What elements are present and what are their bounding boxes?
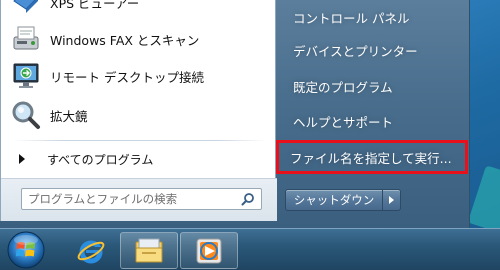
file-explorer-icon: [135, 238, 163, 262]
right-item-label: 既定のプログラム: [293, 79, 393, 95]
right-item-label: ファイル名を指定して実行...: [290, 150, 452, 166]
right-item-run[interactable]: ファイル名を指定して実行...: [276, 140, 468, 174]
start-menu-left-pane: XPS ビューアー Windows FAX とスキャン リモート デスクトップ接…: [0, 0, 277, 221]
right-item-label: コントロール パネル: [293, 10, 410, 26]
fax-scan-icon: [9, 22, 43, 56]
all-programs-button[interactable]: すべてのプログラム: [9, 147, 271, 171]
program-item-fax-scan[interactable]: Windows FAX とスキャン: [9, 21, 271, 57]
search-area: [1, 178, 277, 221]
taskbar-media-player[interactable]: [180, 232, 238, 269]
search-icon[interactable]: [241, 192, 255, 209]
taskbar-internet-explorer[interactable]: [62, 232, 120, 269]
xps-viewer-icon: [9, 0, 43, 19]
start-menu: XPS ビューアー Windows FAX とスキャン リモート デスクトップ接…: [0, 0, 470, 228]
right-item-label: デバイスとプリンター: [293, 43, 418, 59]
program-label: Windows FAX とスキャン: [50, 32, 200, 48]
program-item-magnifier[interactable]: 拡大鏡: [9, 97, 271, 133]
right-item-devices-printers[interactable]: デバイスとプリンター: [285, 36, 461, 64]
program-item-xps-viewer[interactable]: XPS ビューアー: [9, 0, 271, 20]
media-player-icon: [196, 238, 222, 263]
start-orb-icon: [7, 231, 45, 269]
desktop-background: [470, 0, 500, 228]
start-button[interactable]: [4, 229, 48, 270]
right-item-control-panel[interactable]: コントロール パネル: [285, 3, 461, 31]
separator: [13, 140, 267, 141]
shutdown-button[interactable]: シャットダウン: [285, 189, 383, 211]
internet-explorer-icon: [77, 240, 105, 263]
shutdown-label: シャットダウン: [293, 193, 375, 207]
all-programs-label: すべてのプログラム: [47, 152, 154, 167]
search-box[interactable]: [21, 188, 262, 210]
triangle-right-icon: [389, 196, 394, 204]
right-item-label: ヘルプとサポート: [293, 114, 394, 130]
program-item-remote-desktop[interactable]: リモート デスクトップ接続: [9, 58, 271, 94]
right-item-help-support[interactable]: ヘルプとサポート: [285, 107, 461, 135]
program-label: 拡大鏡: [50, 108, 88, 124]
shutdown-group: シャットダウン: [285, 189, 401, 211]
search-input[interactable]: [22, 189, 232, 209]
remote-desktop-icon: [9, 59, 43, 93]
taskbar-file-explorer[interactable]: [120, 232, 178, 269]
right-item-default-programs[interactable]: 既定のプログラム: [285, 72, 461, 100]
program-label: XPS ビューアー: [50, 0, 140, 11]
magnifier-icon: [9, 98, 43, 132]
shutdown-options-button[interactable]: [383, 189, 401, 211]
triangle-right-icon: [19, 154, 25, 164]
program-label: リモート デスクトップ接続: [50, 69, 204, 85]
taskbar: [0, 228, 500, 270]
